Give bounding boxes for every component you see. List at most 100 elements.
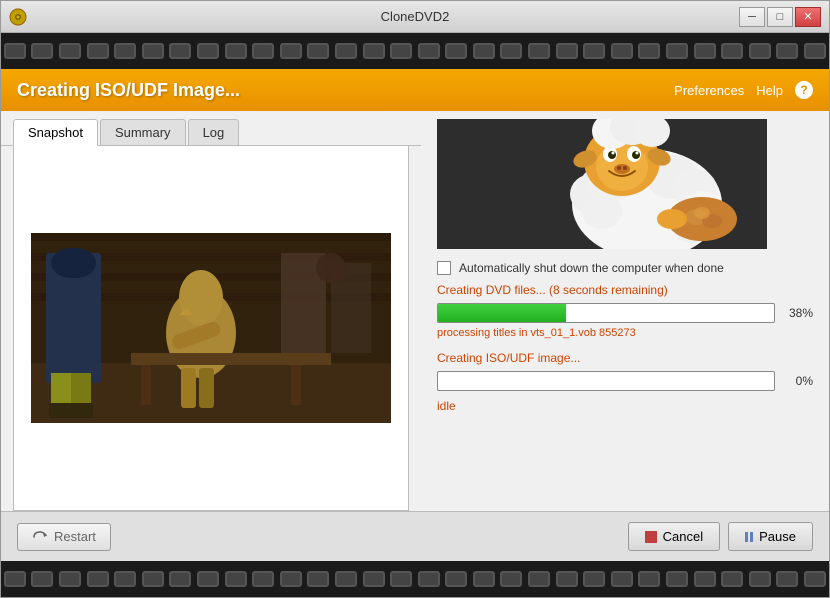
- film-hole: [197, 43, 219, 59]
- film-hole: [4, 571, 26, 587]
- film-hole: [721, 43, 743, 59]
- content-row: Snapshot Summary Log: [1, 111, 829, 511]
- help-button[interactable]: ?: [795, 81, 813, 99]
- filmstrip-top: [1, 33, 829, 69]
- film-hole: [556, 43, 578, 59]
- film-hole: [363, 571, 385, 587]
- film-hole: [252, 571, 274, 587]
- film-hole: [225, 43, 247, 59]
- pause-label: Pause: [759, 529, 796, 544]
- film-hole: [500, 43, 522, 59]
- film-hole: [307, 43, 329, 59]
- step1-progress-fill: [438, 304, 566, 322]
- film-hole: [638, 571, 660, 587]
- film-hole: [638, 43, 660, 59]
- tab-log[interactable]: Log: [188, 119, 240, 145]
- film-hole: [418, 571, 440, 587]
- cancel-button[interactable]: Cancel: [628, 522, 720, 551]
- film-hole: [804, 571, 826, 587]
- film-hole: [694, 43, 716, 59]
- film-hole: [694, 571, 716, 587]
- filmstrip-bottom: [1, 561, 829, 597]
- film-hole: [363, 43, 385, 59]
- film-hole: [142, 43, 164, 59]
- film-hole: [776, 43, 798, 59]
- pause-icon: [745, 532, 753, 542]
- film-hole: [666, 43, 688, 59]
- shutdown-checkbox-row: Automatically shut down the computer whe…: [437, 261, 813, 275]
- step2-progress-bar: [437, 371, 775, 391]
- header-title: Creating ISO/UDF Image...: [17, 80, 240, 101]
- dvd-screenshot: [31, 233, 391, 423]
- film-hole: [169, 43, 191, 59]
- cancel-icon: [645, 531, 657, 543]
- main-window: CloneDVD2 ─ □ ✕: [0, 0, 830, 598]
- film-hole: [4, 43, 26, 59]
- film-hole: [31, 43, 53, 59]
- app-icon: [9, 8, 27, 26]
- step2-label: Creating ISO/UDF image...: [437, 351, 813, 365]
- film-hole: [776, 571, 798, 587]
- film-hole: [528, 571, 550, 587]
- restart-icon: [32, 529, 48, 545]
- film-hole: [59, 571, 81, 587]
- window-title: CloneDVD2: [381, 9, 450, 24]
- restart-label: Restart: [54, 529, 96, 544]
- restart-button[interactable]: Restart: [17, 523, 111, 551]
- step2-progress-row: 0%: [437, 371, 813, 391]
- shutdown-checkbox-label: Automatically shut down the computer whe…: [459, 261, 724, 275]
- header-bar: Creating ISO/UDF Image... Preferences He…: [1, 69, 829, 111]
- step2-percent: 0%: [783, 374, 813, 388]
- film-hole: [225, 571, 247, 587]
- film-hole: [169, 571, 191, 587]
- right-panel: Automatically shut down the computer whe…: [421, 111, 829, 511]
- step1-label: Creating DVD files... (8 seconds remaini…: [437, 283, 813, 297]
- film-hole: [500, 571, 522, 587]
- tab-summary[interactable]: Summary: [100, 119, 186, 145]
- film-hole: [611, 43, 633, 59]
- film-hole: [142, 571, 164, 587]
- film-hole: [583, 571, 605, 587]
- film-hole: [473, 43, 495, 59]
- help-link[interactable]: Help: [756, 83, 783, 98]
- shutdown-checkbox[interactable]: [437, 261, 451, 275]
- tab-bar: Snapshot Summary Log: [1, 111, 421, 146]
- film-hole: [335, 571, 357, 587]
- film-hole: [59, 43, 81, 59]
- tab-snapshot[interactable]: Snapshot: [13, 119, 98, 146]
- preferences-link[interactable]: Preferences: [674, 83, 744, 98]
- film-hole: [87, 571, 109, 587]
- film-hole: [721, 571, 743, 587]
- film-hole: [556, 571, 578, 587]
- progress-section: Creating DVD files... (8 seconds remaini…: [437, 283, 813, 413]
- film-hole: [114, 571, 136, 587]
- title-bar: CloneDVD2 ─ □ ✕: [1, 1, 829, 33]
- step1-percent: 38%: [783, 306, 813, 320]
- film-hole: [749, 43, 771, 59]
- film-hole: [390, 571, 412, 587]
- film-hole: [445, 571, 467, 587]
- film-hole: [418, 43, 440, 59]
- main-content: Snapshot Summary Log: [1, 111, 829, 561]
- film-hole: [335, 43, 357, 59]
- header-right: Preferences Help ?: [674, 81, 813, 99]
- window-controls: ─ □ ✕: [739, 7, 821, 27]
- bottom-bar: Restart Cancel Pause: [1, 511, 829, 561]
- close-button[interactable]: ✕: [795, 7, 821, 27]
- maximize-button[interactable]: □: [767, 7, 793, 27]
- pause-button[interactable]: Pause: [728, 522, 813, 551]
- minimize-button[interactable]: ─: [739, 7, 765, 27]
- film-hole: [280, 571, 302, 587]
- sheep-svg: [437, 119, 767, 249]
- film-hole: [114, 43, 136, 59]
- film-hole: [666, 571, 688, 587]
- film-hole: [87, 43, 109, 59]
- status-text: idle: [437, 399, 813, 413]
- film-hole: [197, 571, 219, 587]
- step1-subtitle: processing titles in vts_01_1.vob 855273: [437, 327, 813, 339]
- film-hole: [611, 571, 633, 587]
- snapshot-area: [13, 146, 409, 511]
- left-panel: Snapshot Summary Log: [1, 111, 421, 511]
- film-hole: [280, 43, 302, 59]
- film-hole: [31, 571, 53, 587]
